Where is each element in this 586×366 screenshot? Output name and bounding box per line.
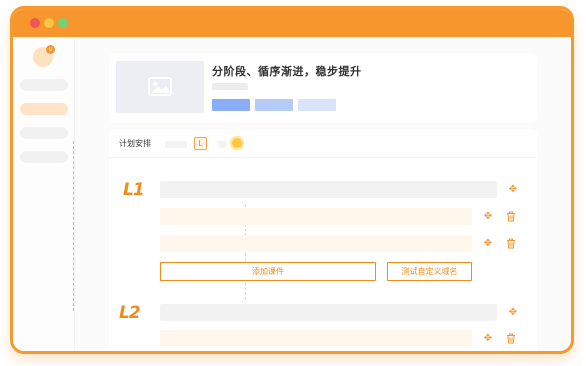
sidebar-item-3[interactable]: [20, 127, 68, 139]
title-bar: [13, 9, 571, 37]
level-l1-title-bar[interactable]: [160, 181, 497, 198]
plan-filter-placeholder[interactable]: [165, 141, 187, 148]
sidebar-divider: [73, 141, 74, 311]
trash-icon[interactable]: [505, 238, 517, 250]
sidebar-item-4[interactable]: [20, 151, 68, 163]
course-thumbnail[interactable]: [116, 61, 204, 113]
trash-icon[interactable]: [505, 211, 517, 223]
coin-icon: [230, 136, 244, 150]
lesson-bar[interactable]: [160, 235, 472, 252]
course-card: 分阶段、循序渐进，稳步提升: [109, 53, 537, 123]
plan-divider: [109, 157, 537, 158]
level-l2-title-bar[interactable]: [160, 304, 497, 321]
sidebar-item-1[interactable]: [20, 79, 68, 91]
move-icon[interactable]: ✥: [507, 184, 519, 196]
level-l2-label: L2: [119, 303, 141, 323]
plan-card: 计划安排 L L1 ✥ ✥ ✥ 添加课件 测试自定义域名 L2 ✥ ✥: [109, 129, 537, 351]
image-icon: [148, 77, 172, 96]
move-icon[interactable]: ✥: [482, 333, 494, 345]
close-dot[interactable]: [30, 18, 40, 28]
avatar[interactable]: v: [33, 45, 55, 67]
lesson-bar[interactable]: [160, 208, 472, 225]
level-badge[interactable]: L: [194, 137, 207, 150]
move-icon[interactable]: ✥: [482, 238, 494, 250]
course-subtitle-placeholder: [212, 83, 248, 90]
move-icon[interactable]: ✥: [482, 211, 494, 223]
trash-icon[interactable]: [505, 333, 517, 345]
course-tag-1[interactable]: [212, 99, 250, 111]
test-domain-button[interactable]: 测试自定义域名: [387, 262, 472, 281]
plan-label: 计划安排: [119, 139, 151, 148]
course-title: 分阶段、循序渐进，稳步提升: [212, 65, 362, 78]
move-icon[interactable]: ✥: [507, 307, 519, 319]
plan-option-placeholder[interactable]: [218, 141, 226, 148]
add-course-button[interactable]: 添加课件: [160, 262, 376, 281]
avatar-badge: v: [46, 45, 55, 54]
course-tag-2[interactable]: [255, 99, 293, 111]
lesson-bar[interactable]: [160, 330, 472, 347]
minimize-dot[interactable]: [44, 18, 54, 28]
app-window: v 分阶段、循序渐进，稳步提升 计划安排 L L1 ✥ ✥ ✥ 添加课件 测试自…: [10, 6, 574, 354]
sidebar-item-2[interactable]: [20, 103, 68, 115]
level-l1-label: L1: [123, 180, 145, 200]
zoom-dot[interactable]: [58, 18, 68, 28]
course-tag-3[interactable]: [298, 99, 336, 111]
sidebar: v: [13, 37, 75, 351]
